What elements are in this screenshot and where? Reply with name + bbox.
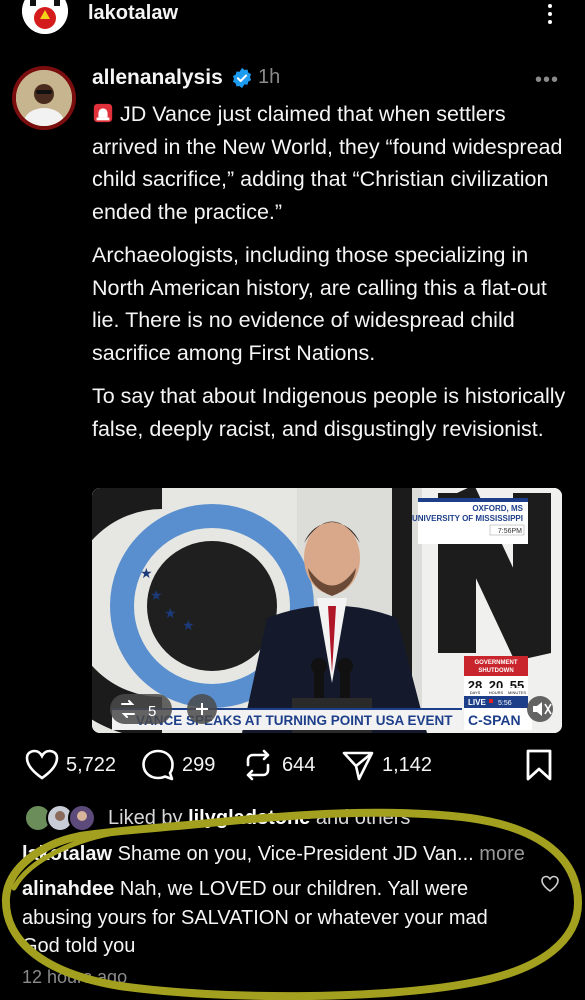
- repost-chip-count: 5: [148, 703, 156, 720]
- comment-2: alinahdee Nah, we LOVED our children. Ya…: [22, 875, 527, 961]
- like-count: 5,722: [66, 753, 117, 776]
- svg-text:★: ★: [164, 605, 177, 621]
- live-label: LIVE: [468, 698, 486, 707]
- comment-like-heart-icon[interactable]: [540, 874, 560, 894]
- video-location-line2: UNIVERSITY OF MISSISSIPPI: [412, 514, 523, 523]
- repost-count: 644: [282, 753, 316, 776]
- mute-icon[interactable]: [527, 696, 553, 722]
- shutdown-label-1: GOVERNMENT: [474, 660, 517, 666]
- bookmark-icon: [526, 749, 552, 781]
- post-video-thumbnail[interactable]: ★ ★ ★ ★ OXFORD, MS UNIVERSITY OF MISSISS…: [92, 488, 562, 733]
- liker-avatars: [24, 804, 96, 832]
- liked-by-user[interactable]: lilygladstone: [188, 807, 310, 829]
- video-frame: ★ ★ ★ ★ OXFORD, MS UNIVERSITY OF MISSISS…: [92, 488, 562, 733]
- cspan-logo: C-SPAN: [468, 712, 521, 728]
- comment-bubble-icon: [142, 749, 174, 781]
- bookmark-button[interactable]: [522, 748, 556, 782]
- repost-button[interactable]: 644: [240, 748, 315, 782]
- post-paragraph-1: JD Vance just claimed that when settlers…: [92, 98, 572, 228]
- verified-badge-icon: [232, 67, 252, 89]
- time-ago: 12 hours ago: [22, 967, 128, 987]
- post-paragraph-3: To say that about Indigenous people is h…: [92, 384, 566, 441]
- post-paragraph-2: Archaeologists, including those speciali…: [92, 243, 547, 365]
- repost-icon: [246, 749, 270, 781]
- svg-text:★: ★: [182, 617, 195, 633]
- comment-1-username[interactable]: lakotalaw: [22, 843, 112, 865]
- lakotalaw-avatar[interactable]: [22, 0, 68, 34]
- action-bar: 5,722 299 644 1,142: [0, 748, 585, 788]
- minutes-label: MINUTES: [508, 690, 526, 695]
- siren-emoji-icon: [93, 103, 113, 123]
- comment-count: 299: [182, 753, 216, 776]
- svg-text:★: ★: [140, 565, 153, 581]
- liked-by-suffix: and others: [315, 807, 411, 829]
- video-chyron: VANCE SPEAKS AT TURNING POINT USA EVENT: [136, 713, 453, 728]
- top-bar: lakotalaw: [0, 0, 585, 40]
- post-time: 1h: [258, 66, 281, 88]
- comment-1-text: Shame on you, Vice-President JD Van...: [117, 843, 474, 865]
- comment-1-more-link[interactable]: more: [479, 843, 525, 865]
- comment-2-username[interactable]: alinahdee: [22, 878, 114, 900]
- share-count: 1,142: [382, 753, 433, 776]
- hours-label: HOURS: [489, 690, 504, 695]
- repost-chip[interactable]: 5: [110, 694, 172, 724]
- share-button[interactable]: 1,142: [340, 748, 432, 782]
- heart-icon: [25, 749, 59, 780]
- svg-text:★: ★: [150, 587, 163, 603]
- comment-1[interactable]: lakotalaw Shame on you, Vice-President J…: [22, 843, 567, 866]
- post-body: JD Vance just claimed that when settlers…: [92, 98, 572, 456]
- post-more-icon[interactable]: •••: [535, 69, 559, 92]
- days-label: DAYS: [470, 690, 481, 695]
- liked-by-row[interactable]: Liked by lilygladstone and others: [22, 803, 582, 835]
- live-time: 5:56: [498, 700, 512, 707]
- liked-by-text: Liked by lilygladstone and others: [108, 807, 410, 830]
- liked-by-prefix: Liked by: [108, 807, 183, 829]
- shutdown-label-2: SHUTDOWN: [478, 668, 513, 674]
- post-username[interactable]: allenanalysis: [92, 66, 223, 90]
- post-paragraph-1-text: JD Vance just claimed that when settlers…: [92, 102, 563, 224]
- add-chip[interactable]: [187, 694, 217, 724]
- top-username[interactable]: lakotalaw: [88, 2, 178, 25]
- options-kebab-icon[interactable]: [540, 0, 560, 30]
- comment-button[interactable]: 299: [140, 748, 215, 782]
- video-location-line1: OXFORD, MS: [472, 504, 523, 513]
- video-clock: 7:56PM: [498, 528, 522, 535]
- like-button[interactable]: 5,722: [24, 748, 116, 782]
- allenanalysis-avatar[interactable]: [12, 66, 76, 130]
- send-icon: [342, 751, 374, 781]
